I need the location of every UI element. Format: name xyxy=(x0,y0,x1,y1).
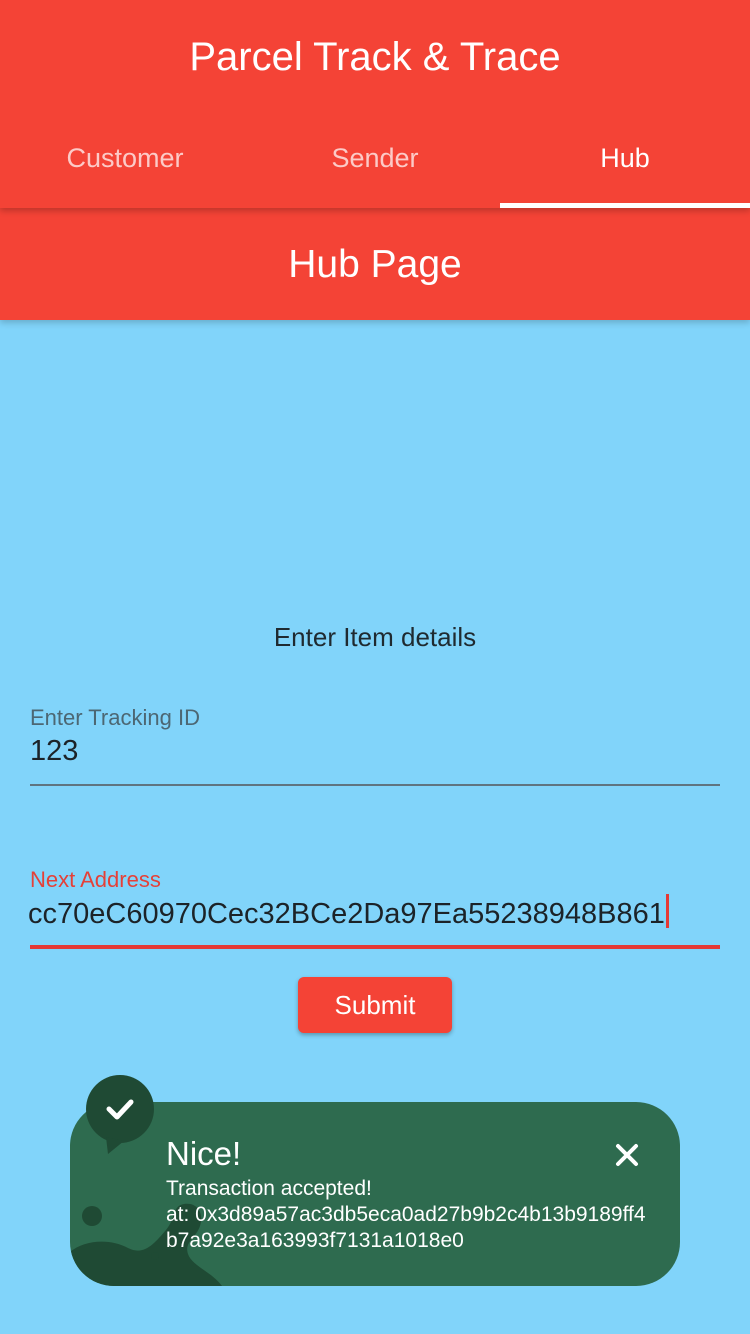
next-address-input[interactable]: cc70eC60970Cec32BCe2Da97Ea55238948B861 xyxy=(28,894,718,933)
check-icon xyxy=(86,1075,154,1154)
tracking-id-underline xyxy=(30,784,720,786)
tracking-id-field[interactable]: Enter Tracking ID 123 xyxy=(30,704,720,786)
text-cursor xyxy=(665,894,669,928)
page-title: Hub Page xyxy=(288,243,462,286)
app-bar: Parcel Track & Trace Customer Sender Hub xyxy=(0,0,750,208)
tracking-id-input[interactable]: 123 xyxy=(30,732,720,770)
toast-message: Transaction accepted! at: 0x3d89a57ac3db… xyxy=(166,1176,656,1254)
next-address-underline xyxy=(30,945,720,949)
toast-message-line: Transaction accepted! xyxy=(166,1177,372,1200)
tab-hub[interactable]: Hub xyxy=(500,108,750,208)
tracking-id-label: Enter Tracking ID xyxy=(30,705,200,730)
form-section-title: Enter Item details xyxy=(273,622,477,652)
next-address-value: cc70eC60970Cec32BCe2Da97Ea55238948B861 xyxy=(28,898,665,930)
close-icon[interactable] xyxy=(612,1140,642,1170)
success-toast: Nice! Transaction accepted! at: 0x3d89a5… xyxy=(70,1102,680,1286)
app-title: Parcel Track & Trace xyxy=(189,35,561,79)
toast-transaction-hash: at: 0x3d89a57ac3db5eca0ad27b9b2c4b13b918… xyxy=(166,1203,646,1252)
tab-bar: Customer Sender Hub xyxy=(0,108,750,208)
next-address-label: Next Address xyxy=(30,867,161,892)
tab-customer[interactable]: Customer xyxy=(0,108,250,208)
submit-button[interactable]: Submit xyxy=(298,977,452,1033)
next-address-field[interactable]: Next Address cc70eC60970Cec32BCe2Da97Ea5… xyxy=(28,866,720,949)
page-header: Hub Page xyxy=(0,208,750,320)
tab-sender[interactable]: Sender xyxy=(250,108,500,208)
toast-title: Nice! xyxy=(166,1135,242,1172)
